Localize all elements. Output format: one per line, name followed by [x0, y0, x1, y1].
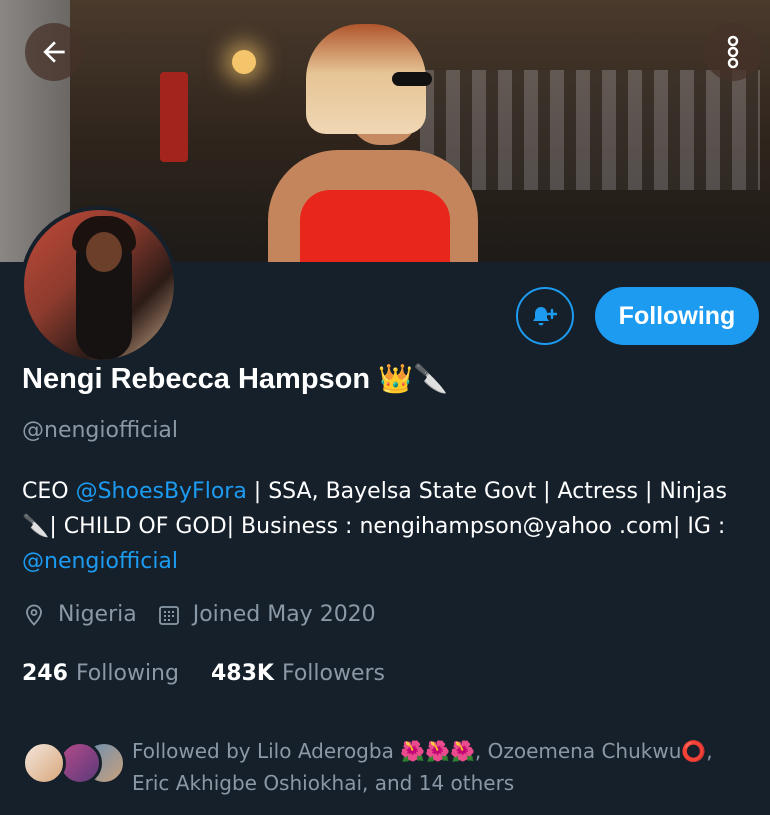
profile-name-row: Nengi Rebecca Hampson 👑🔪: [22, 362, 448, 396]
banner-red-box: [160, 72, 188, 162]
more-vertical-icon: [727, 35, 739, 69]
followed-by-section[interactable]: Followed by Lilo Aderogba 🌺🌺🌺, Ozoemena …: [22, 735, 732, 799]
profile-bio: CEO @ShoesByFlora | SSA, Bayelsa State G…: [22, 474, 752, 579]
joined-item: Joined May 2020: [157, 602, 376, 627]
banner-red-dress: [300, 190, 450, 262]
bio-text-1: CEO: [22, 479, 76, 504]
bell-plus-icon: [533, 307, 558, 326]
location-text: Nigeria: [58, 602, 137, 627]
profile-handle: @nengiofficial: [22, 418, 179, 443]
banner-sunglasses: [392, 72, 432, 86]
followers-stat[interactable]: 483K Followers: [211, 661, 385, 686]
followed-by-text: Followed by Lilo Aderogba 🌺🌺🌺, Ozoemena …: [132, 739, 713, 795]
avatar-face: [86, 232, 122, 272]
followed-by-avatars: [22, 735, 132, 785]
mention-link-shoesbyflora[interactable]: @ShoesByFlora: [76, 479, 247, 504]
profile-meta: Nigeria Joined May 2020: [22, 602, 396, 627]
location-pin-icon: [26, 604, 42, 626]
followers-label: Followers: [281, 661, 386, 686]
follower-avatar-1: [22, 741, 66, 785]
following-button[interactable]: Following: [595, 287, 759, 345]
calendar-icon: [158, 605, 179, 625]
more-button[interactable]: [704, 23, 762, 81]
joined-text: Joined May 2020: [192, 602, 376, 627]
followers-count: 483K: [210, 661, 274, 686]
following-stat[interactable]: 246 Following: [22, 661, 179, 686]
banner-shelf: [420, 70, 760, 190]
profile-name: Nengi Rebecca Hampson: [22, 363, 371, 395]
following-count: 246: [22, 661, 68, 686]
following-label: Following: [75, 661, 179, 686]
banner-lamp: [232, 50, 256, 74]
profile-avatar[interactable]: [20, 206, 178, 364]
notifications-button[interactable]: [516, 287, 574, 345]
arrow-left-icon: [43, 41, 65, 63]
back-button[interactable]: [25, 23, 83, 81]
profile-stats: 246 Following 483K Followers: [22, 661, 417, 686]
mention-link-nengiofficial[interactable]: @nengiofficial: [22, 549, 178, 574]
location-item: Nigeria: [22, 602, 137, 627]
name-emojis: 👑🔪: [378, 363, 448, 394]
